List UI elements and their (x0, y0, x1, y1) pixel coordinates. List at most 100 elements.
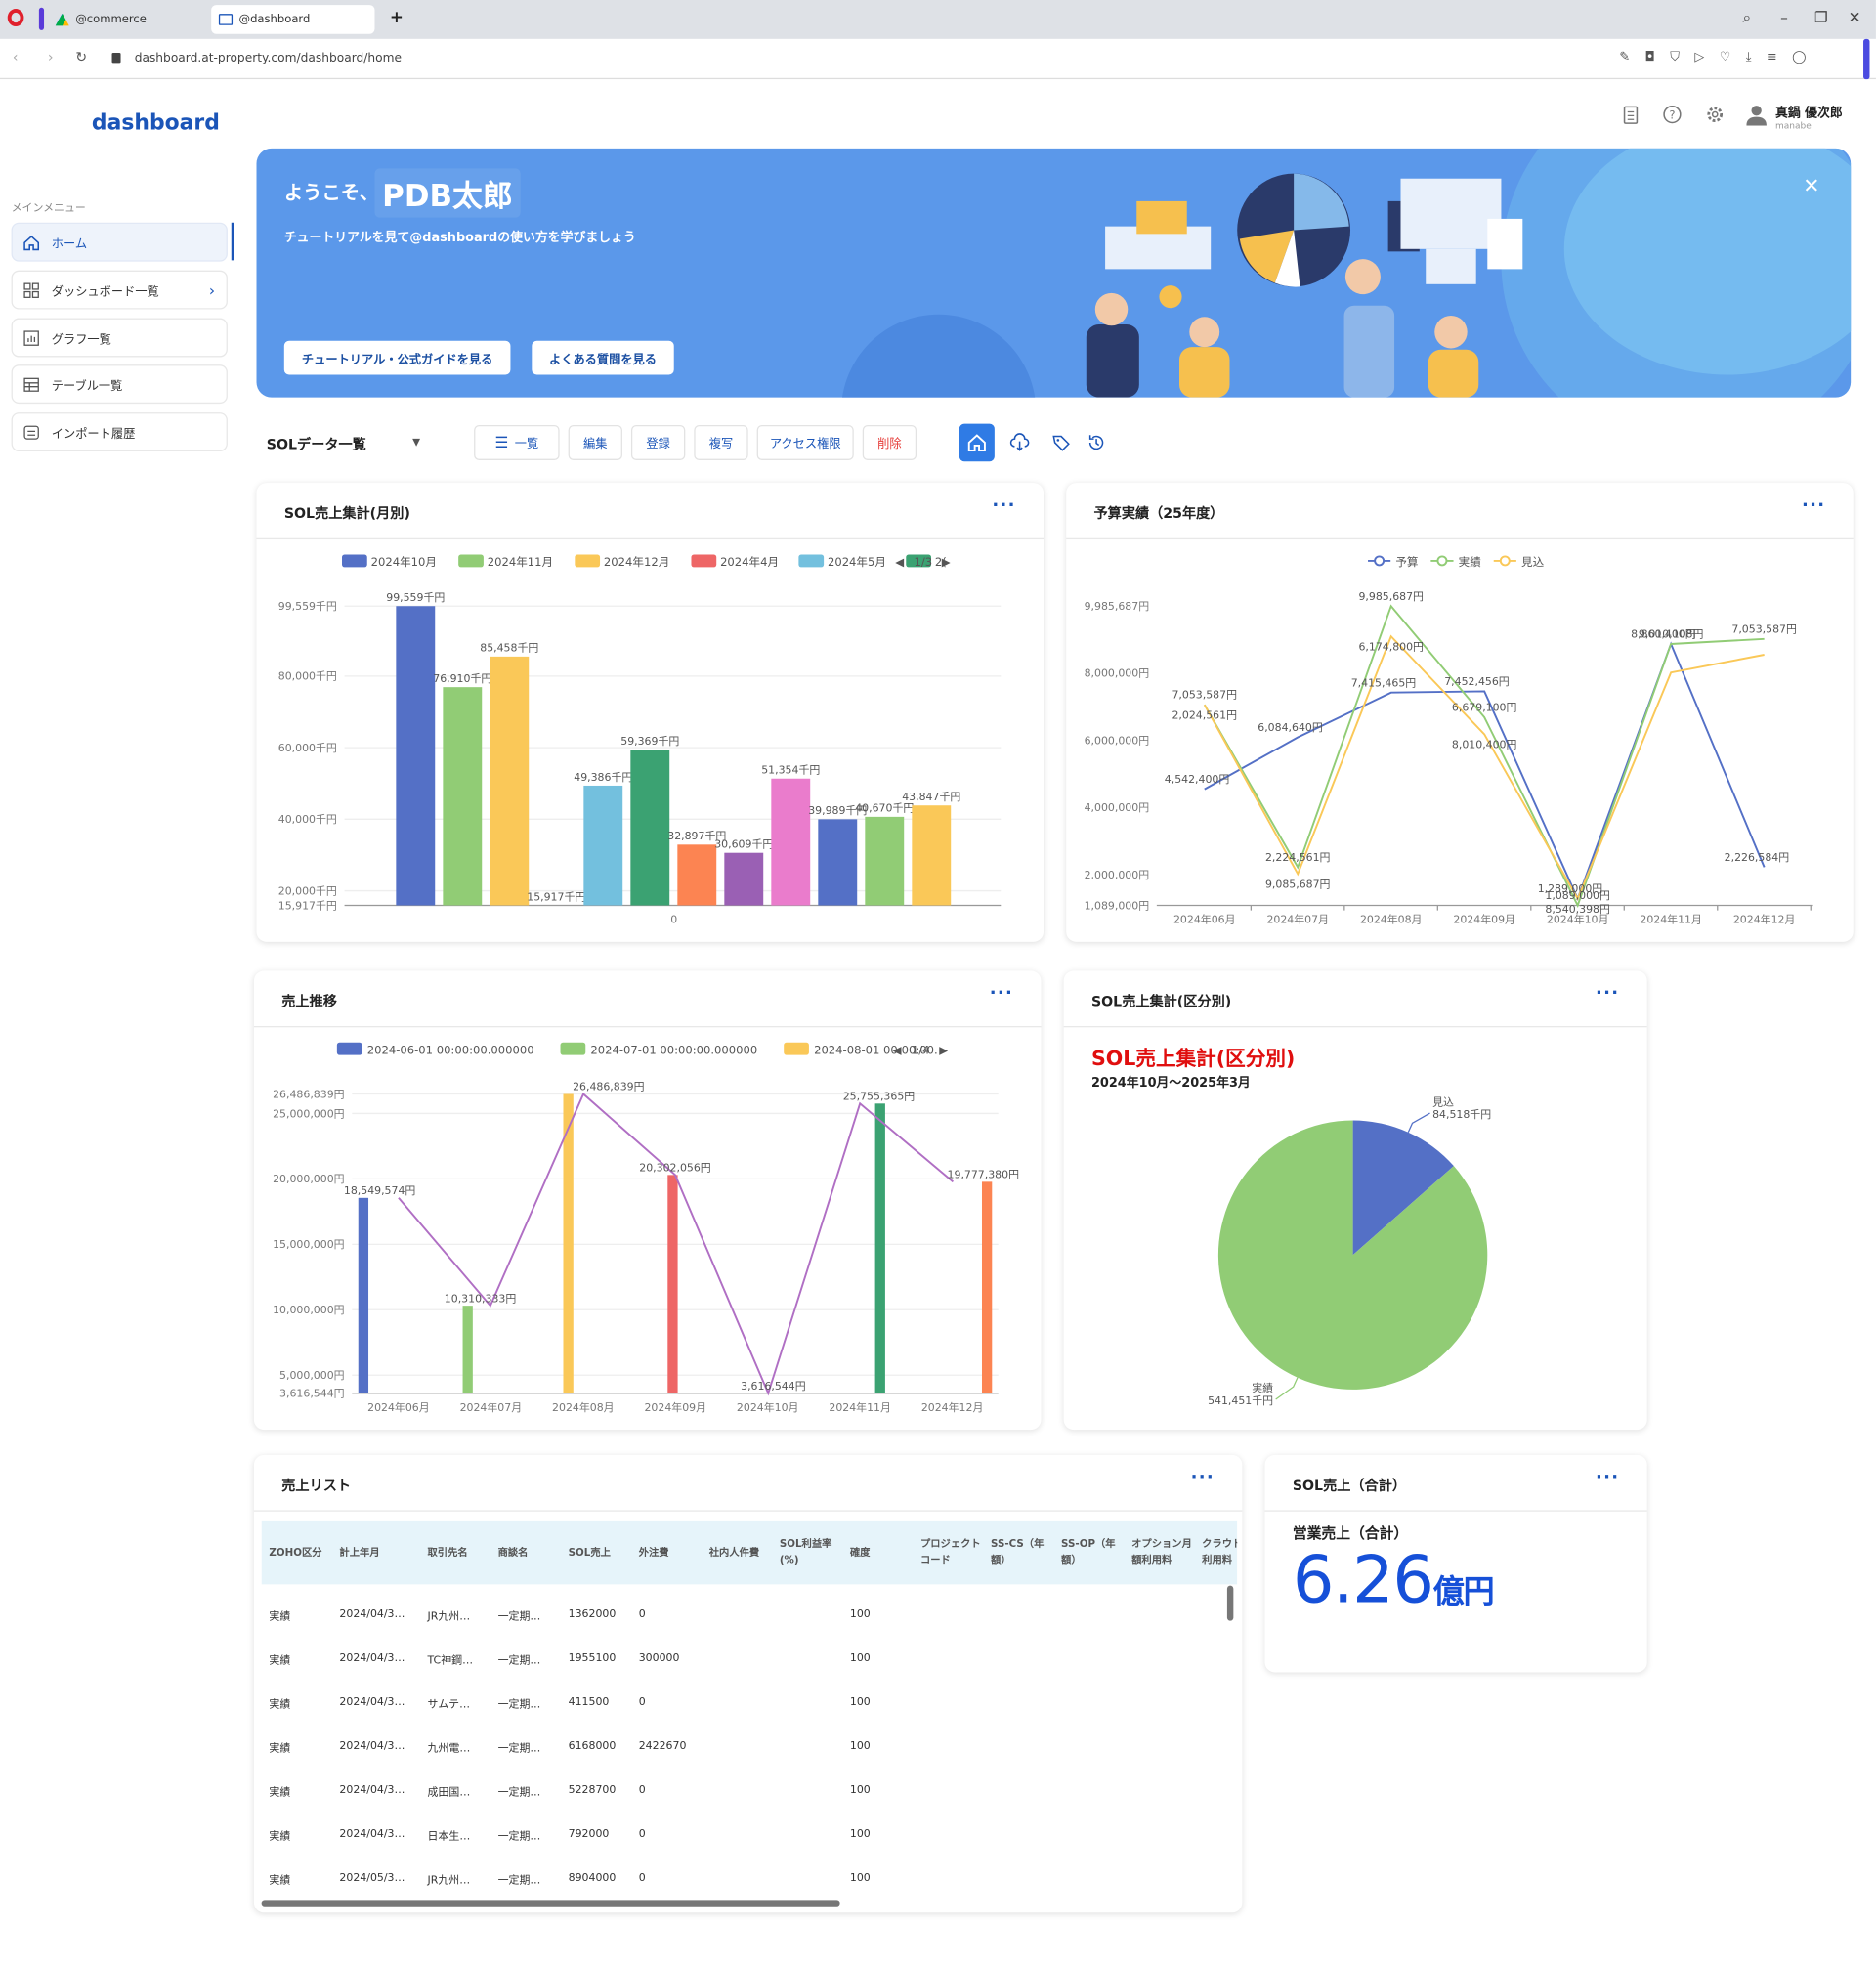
drive-icon (55, 13, 69, 26)
column-header[interactable]: SOL売上 (569, 1544, 634, 1561)
faq-button[interactable]: よくある質問を見る (532, 340, 674, 375)
reload-icon[interactable]: ↻ (75, 49, 87, 65)
divider (1063, 1026, 1647, 1028)
edit-page-icon[interactable]: ✎ (1619, 50, 1630, 64)
download-icon[interactable]: ⤓ (1746, 50, 1752, 64)
legend-next-icon: ▶ (942, 555, 951, 569)
tag-button[interactable] (1044, 424, 1079, 462)
restore-icon[interactable]: ❐ (1814, 9, 1828, 26)
card-sales-list: 売上リスト ··· ZOHO区分 計上年月 取引先名 商談名 SOL売上 外注費 社内人件費… (253, 1454, 1243, 1913)
dashboard-select[interactable]: SOLデータ一覧 (267, 434, 366, 454)
more-options-icon[interactable]: ··· (990, 983, 1013, 1004)
column-header[interactable]: 商談名 (498, 1544, 564, 1561)
tab-commerce[interactable]: @commerce (48, 5, 209, 34)
table-cell: 0 (638, 1783, 646, 1797)
delete-button[interactable]: 削除 (862, 424, 917, 460)
home-dashboard-button[interactable] (959, 423, 995, 462)
clipboard-icon[interactable] (1621, 105, 1642, 125)
x-tick-label: 2024年09月 (1453, 913, 1515, 926)
column-header[interactable]: 確度 (850, 1544, 916, 1561)
x-tick-label: 2024年07月 (460, 1400, 523, 1414)
column-header[interactable]: 計上年月 (339, 1544, 405, 1561)
bar (583, 785, 623, 906)
table-horizontal-scrollbar[interactable] (261, 1900, 840, 1907)
table-cell: 792000 (568, 1828, 610, 1841)
play-icon[interactable]: ▷ (1694, 50, 1704, 64)
column-header[interactable]: クラウド月額利用料 (1202, 1535, 1237, 1567)
close-banner-icon[interactable]: ✕ (1803, 174, 1819, 197)
profile-icon[interactable]: ◯ (1792, 50, 1806, 64)
camera-icon[interactable]: ◘ (1645, 50, 1655, 64)
column-header[interactable]: SS-OP（年額） (1061, 1535, 1127, 1567)
column-header[interactable]: オプション月額利用料 (1131, 1535, 1197, 1567)
banner-subtitle: チュートリアルを見て@dashboardの使い方を学びましょう (283, 231, 636, 245)
more-options-icon[interactable]: ··· (1191, 1468, 1215, 1488)
column-header[interactable]: SOL利益率 (%) (780, 1535, 845, 1567)
more-options-icon[interactable]: ··· (1802, 495, 1825, 516)
minimize-icon[interactable]: – (1780, 9, 1788, 26)
sidebar-item-dashboards[interactable]: ダッシュボード一覧 › (11, 270, 228, 310)
table-vertical-scrollbar[interactable] (1226, 1585, 1234, 1621)
access-rights-button[interactable]: アクセス権限 (756, 424, 854, 460)
close-window-icon[interactable]: ✕ (1849, 9, 1861, 26)
total-value: 6.26億円 (1293, 1543, 1495, 1618)
trend-bar-chart: 2024-06-01 00:00:00.000000 2024-07-01 00:… (273, 1042, 1019, 1414)
sidebar-toggle-icon[interactable] (38, 7, 45, 30)
legend-label: 2024年11月 (488, 555, 553, 569)
dropdown-arrow-icon[interactable]: ▼ (412, 437, 420, 449)
cloud-download-button[interactable] (1002, 424, 1038, 462)
new-tab-icon[interactable]: + (390, 9, 404, 27)
total-label: 営業売上（合計） (1292, 1523, 1409, 1542)
column-header[interactable]: プロジェクトコード (920, 1535, 986, 1567)
table-cell: 100 (849, 1695, 871, 1709)
table-cell: 5228700 (568, 1783, 617, 1797)
sidebar-item-graphs[interactable]: グラフ一覧 (11, 318, 228, 358)
user-name[interactable]: 真鍋 優次郎 (1775, 102, 1843, 120)
table-cell: 0 (638, 1695, 646, 1709)
bar-data-label: 49,386千円 (574, 771, 632, 784)
tab-dashboard[interactable]: @dashboard (211, 5, 375, 34)
sidebar-item-tables[interactable]: テーブル一覧 (11, 364, 228, 405)
column-header[interactable]: ZOHO区分 (269, 1544, 334, 1561)
legend-prev-icon: ◀ (893, 1043, 902, 1056)
more-options-icon[interactable]: ··· (992, 495, 1015, 516)
table-cell: 100 (849, 1651, 871, 1665)
more-options-icon[interactable]: ··· (1596, 1468, 1619, 1488)
column-header[interactable]: 社内人件費 (709, 1544, 775, 1561)
menu-icon[interactable]: ≡ (1767, 50, 1777, 64)
back-icon[interactable]: ‹ (13, 49, 19, 65)
shield-icon[interactable]: ⛉ (1670, 50, 1680, 64)
app-logo[interactable]: dashboard (92, 110, 220, 136)
y-tick-label: 10,000,000円 (273, 1304, 344, 1316)
column-header[interactable]: 取引先名 (428, 1544, 493, 1561)
url-field[interactable]: dashboard.at-property.com/dashboard/home (135, 52, 402, 65)
sidebar-item-home[interactable]: ホーム (11, 222, 228, 262)
heart-icon[interactable]: ♡ (1720, 50, 1731, 64)
point-data-label: 2,226,584円 (1725, 851, 1790, 864)
list-button[interactable]: ☰ 一覧 (474, 424, 560, 460)
edit-button[interactable]: 編集 (568, 424, 622, 460)
help-icon[interactable]: ? (1662, 105, 1683, 125)
column-header[interactable]: 外注費 (639, 1544, 704, 1561)
bar (981, 1181, 993, 1393)
more-options-icon[interactable]: ··· (1596, 983, 1619, 1004)
user-avatar-icon[interactable] (1746, 105, 1767, 126)
search-tabs-icon[interactable]: ⌕ (1743, 9, 1752, 27)
forward-icon[interactable]: › (48, 49, 54, 65)
table-cell: 0 (638, 1828, 646, 1841)
bar (563, 1093, 574, 1393)
copy-button[interactable]: 複写 (694, 424, 748, 460)
x-tick-label: 2024年06月 (1173, 913, 1236, 926)
legend-swatch (458, 554, 484, 568)
register-button[interactable]: 登録 (630, 424, 686, 460)
card-title: SOL売上集計(区分別) (1090, 993, 1232, 1010)
sidebar-item-imports[interactable]: インポート履歴 (11, 412, 228, 451)
tutorial-button[interactable]: チュートリアル・公式ガイドを見る (283, 340, 511, 375)
bar (462, 1306, 473, 1393)
list-button-label: 一覧 (514, 437, 539, 451)
opera-logo-icon[interactable] (7, 9, 24, 27)
column-header[interactable]: SS-CS（年額） (991, 1535, 1056, 1567)
settings-gear-icon[interactable] (1705, 105, 1726, 125)
chevron-right-icon[interactable]: › (209, 281, 215, 299)
history-button[interactable] (1079, 424, 1114, 462)
